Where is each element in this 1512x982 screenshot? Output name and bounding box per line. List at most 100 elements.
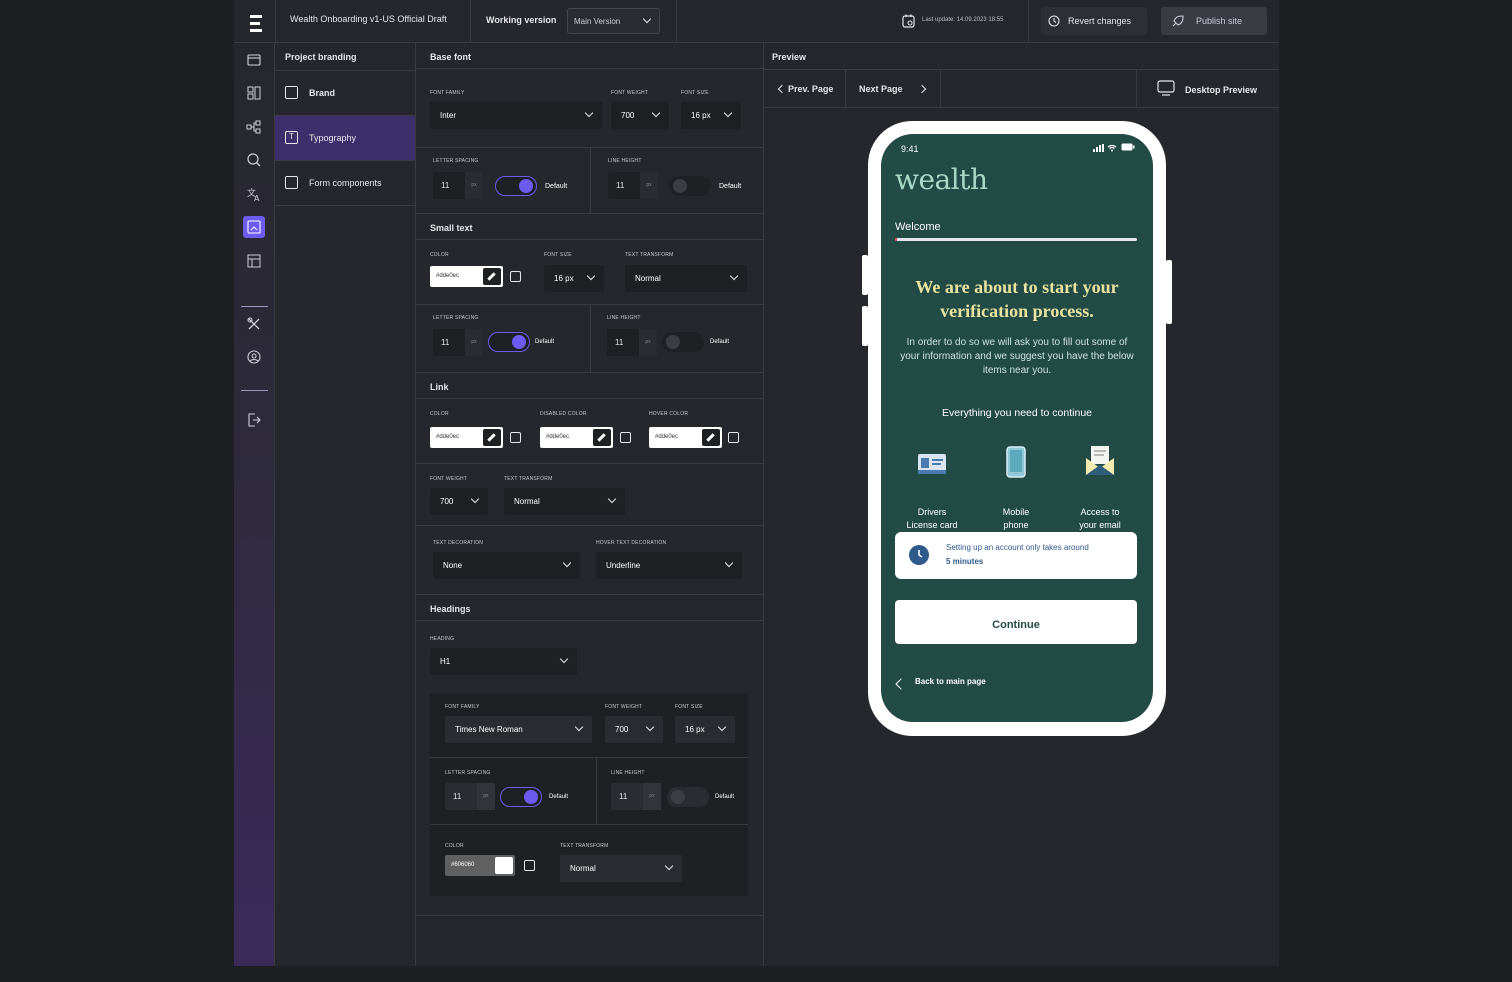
layout-icon[interactable] [246,85,262,101]
image-icon [285,86,298,99]
font-family-value: Inter [440,111,457,120]
nav-item-typography[interactable]: T Typography [275,116,415,161]
heading-settings-card: Font family Times New Roman Font weight … [430,694,748,896]
chevron-down-icon [724,558,734,568]
image-picker-icon[interactable] [524,860,535,871]
image-picker-icon[interactable] [620,432,631,443]
chevron-down-icon [562,558,572,568]
font-size-label: Font size [544,252,572,258]
line-height-label: Line height [608,158,642,164]
line-height-value: 11 [615,338,624,347]
color-input[interactable]: #dde0ec [430,266,503,287]
eyedropper-icon[interactable] [495,857,513,874]
icon-sidebar: 文A [234,43,275,966]
letter-spacing-default-toggle[interactable] [500,787,542,807]
letter-spacing-default-toggle[interactable] [488,332,530,352]
line-height-default-toggle[interactable] [667,787,709,807]
line-height-default-toggle[interactable] [662,332,704,352]
logout-icon[interactable] [246,412,262,428]
line-height-label: Line height [611,770,645,776]
time-estimate-value: 5 minutes [946,557,984,566]
continue-button[interactable]: Continue [895,600,1137,644]
image-picker-icon[interactable] [510,432,521,443]
calendar-icon [902,14,915,28]
version-select[interactable]: Main Version [567,8,660,34]
text-decoration-select[interactable]: None [433,552,580,579]
back-label: Back to main page [915,677,986,686]
nav-item-brand[interactable]: Brand [275,71,415,116]
pages-icon[interactable] [246,52,262,68]
font-weight-select[interactable]: 700 [430,488,488,515]
font-family-select[interactable]: Times New Roman [445,716,592,743]
eyedropper-icon[interactable] [483,429,501,446]
app-logo-icon[interactable] [250,15,264,32]
desktop-preview-button[interactable]: Desktop Preview [1136,70,1279,108]
line-height-value: 11 [616,181,625,190]
font-size-select[interactable]: 16 px [675,716,735,743]
color-value: #dde0ec [436,273,460,279]
line-height-input[interactable]: 11 px [607,329,657,356]
sidebar-divider [241,306,268,307]
hover-color-input[interactable]: #dde0ec [649,427,722,448]
hover-text-decoration-label: Hover text decoration [596,540,667,546]
base-font-row-1: Font family Inter Font weight 700 Font s… [416,70,763,148]
eyedropper-icon[interactable] [702,429,720,446]
user-circle-icon[interactable] [246,349,262,365]
publish-site-button[interactable]: Publish site [1161,7,1267,35]
text-transform-value: Normal [514,497,540,506]
chevron-down-icon [645,722,655,732]
image-picker-icon[interactable] [510,271,521,282]
font-size-label: Font size [681,90,709,96]
chevron-left-icon [895,678,907,690]
prev-page-button[interactable]: Prev. Page [764,70,846,108]
font-size-select[interactable]: 16 px [544,265,604,292]
line-height-input[interactable]: 11 px [608,172,658,199]
branding-nav-active[interactable] [243,216,265,238]
brand-logo: wealth [895,163,988,196]
unit-label: px [477,783,495,810]
text-transform-select[interactable]: Normal [560,855,682,882]
letter-spacing-default-toggle[interactable] [495,176,537,196]
tools-icon[interactable] [246,316,262,332]
font-family-select[interactable]: Inter [430,102,602,129]
next-page-button[interactable]: Next Page [847,70,941,108]
hover-text-decoration-select[interactable]: Underline [596,552,742,579]
font-weight-select[interactable]: 700 [605,716,663,743]
text-decoration-value: None [443,561,463,570]
disabled-color-input[interactable]: #dde0ec [540,427,613,448]
phone-time: 9:41 [901,144,919,154]
section-title-small-text: Small text [416,214,763,240]
last-update: Last update: 14.09.2023 18:55 [922,17,1004,23]
revert-changes-button[interactable]: Revert changes [1041,7,1147,35]
line-height-label: Line height [607,315,641,321]
line-height-value: 11 [619,792,628,801]
nav-item-form-components[interactable]: Form components [275,161,415,206]
rocket-icon [1172,14,1184,26]
heading-select[interactable]: H1 [430,648,577,675]
image-picker-icon[interactable] [728,432,739,443]
color-value: #dde0ec [655,434,679,440]
text-transform-select[interactable]: Normal [504,488,625,515]
base-font-row-2: Letter spacing 11 px Default Line height … [416,148,763,214]
translate-icon[interactable]: 文A [246,186,262,202]
search-icon[interactable] [246,152,262,168]
text-transform-select[interactable]: Normal [625,265,747,292]
chevron-down-icon [664,861,674,871]
font-size-select[interactable]: 16 px [681,102,741,129]
flow-icon[interactable] [246,119,262,135]
letter-spacing-input[interactable]: 11 px [445,783,495,810]
eyedropper-icon[interactable] [483,268,501,285]
letter-spacing-input[interactable]: 11 px [433,172,483,199]
eyedropper-icon[interactable] [593,429,611,446]
back-to-main-link[interactable]: Back to main page [895,674,1055,694]
color-input[interactable]: #606060 [445,855,515,876]
font-weight-value: 700 [440,497,454,506]
line-height-input[interactable]: 11 px [611,783,661,810]
letter-spacing-input[interactable]: 11 px [433,329,483,356]
font-weight-select[interactable]: 700 [611,102,669,129]
chevron-down-icon [651,108,661,118]
color-input[interactable]: #dde0ec [430,427,503,448]
reports-icon[interactable] [246,253,262,269]
line-height-default-toggle[interactable] [669,176,711,196]
working-version-label: Working version [486,15,557,25]
